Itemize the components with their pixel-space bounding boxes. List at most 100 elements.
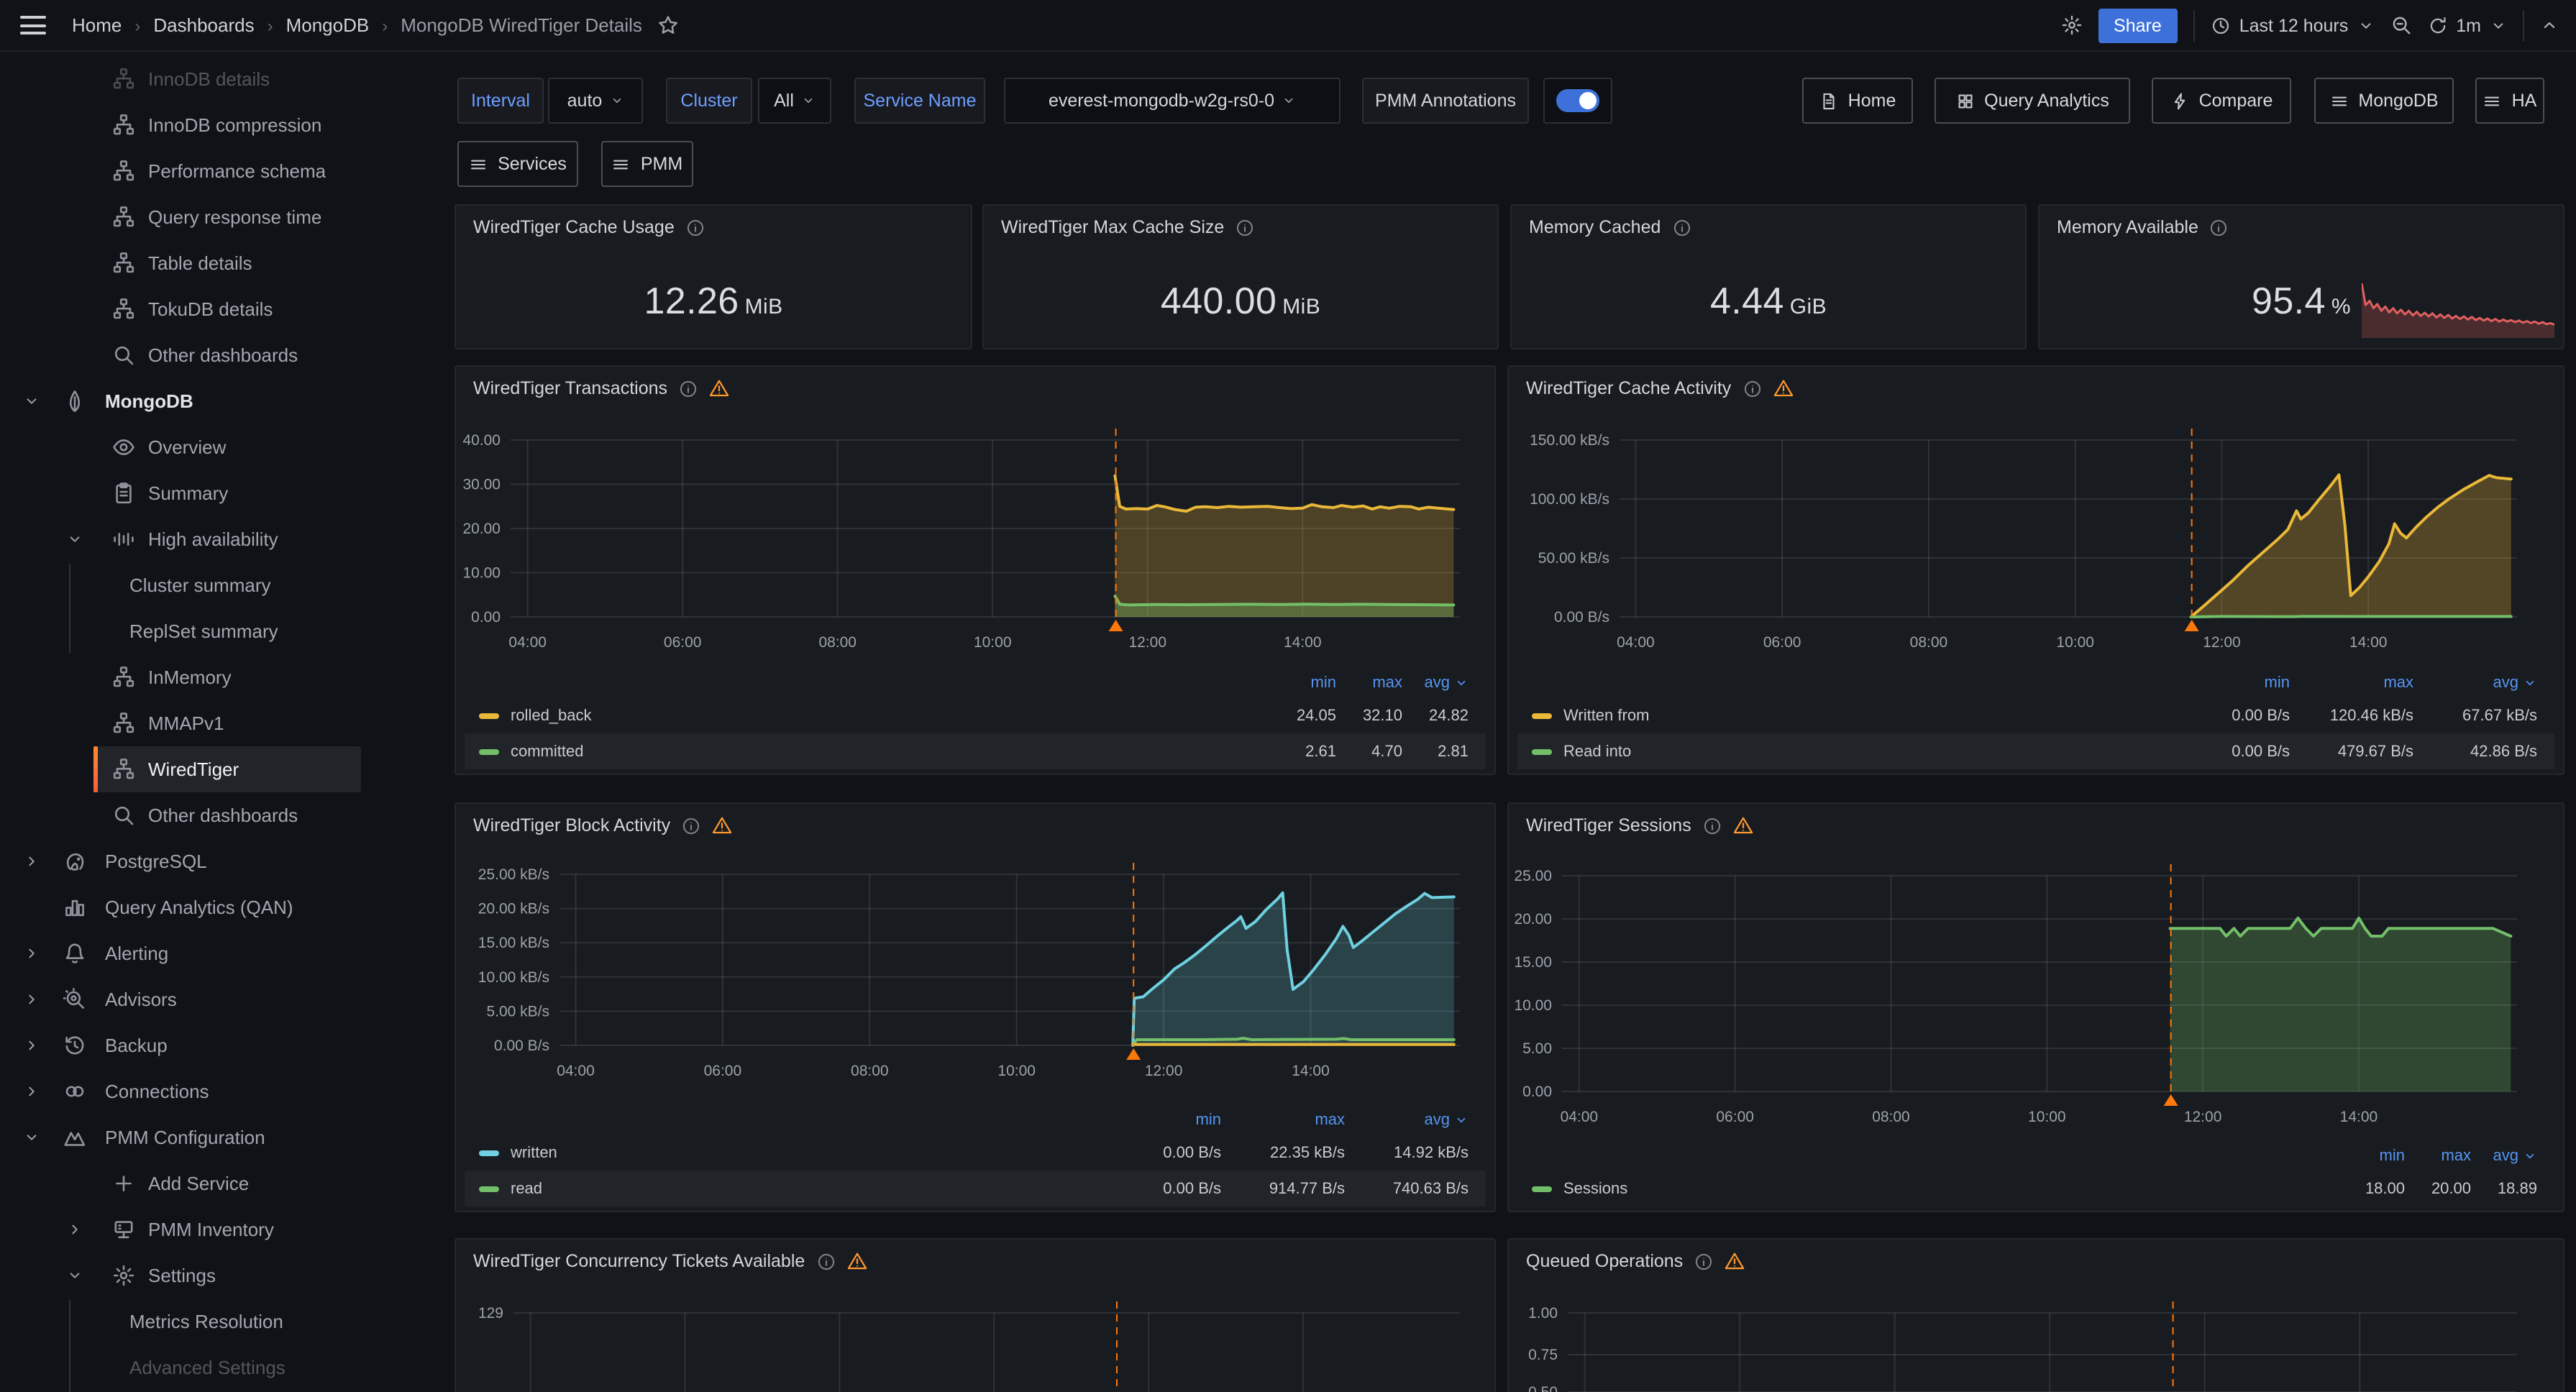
legend-row-written[interactable]: written0.00 B/s22.35 kB/s14.92 kB/s [465,1135,1486,1171]
warning-icon[interactable] [712,815,732,835]
sidebar-item-cluster-summary[interactable]: Cluster summary [0,562,434,608]
warning-icon[interactable] [709,378,729,398]
sidebar-item-postgresql[interactable]: PostgreSQL [0,838,434,884]
share-button[interactable]: Share [2098,8,2178,42]
panel-title[interactable]: Queued Operations [1526,1251,1745,1271]
sidebar-item-connections[interactable]: Connections [0,1068,434,1114]
legend-sort-avg[interactable]: avg [2413,674,2537,692]
panel-title[interactable]: WiredTiger Concurrency Tickets Available [473,1251,867,1271]
time-range-picker[interactable]: Last 12 hours [2211,15,2375,35]
legend-row-sessions[interactable]: Sessions18.0020.0018.89 [1517,1171,2554,1206]
panel-title[interactable]: WiredTiger Max Cache Size [1001,217,1254,237]
menu-toggle-icon[interactable] [20,16,46,35]
mongodb-shortcut-button[interactable]: MongoDB [2314,78,2454,124]
sidebar-item-wiredtiger[interactable]: WiredTiger [0,746,434,792]
compare-shortcut-button[interactable]: Compare [2152,78,2291,124]
info-icon[interactable] [816,1252,835,1270]
chevron-down-icon[interactable] [23,393,40,410]
legend-sort-avg[interactable]: avg [2471,1148,2537,1165]
sidebar-item-other-dashboards[interactable]: Other dashboards [0,792,434,838]
sidebar-item-replset-summary[interactable]: ReplSet summary [0,608,434,654]
query-analytics-shortcut-button[interactable]: Query Analytics [1935,78,2130,124]
legend-sort-min[interactable]: min [1097,1112,1221,1129]
legend-sort-max[interactable]: max [1221,1112,1345,1129]
legend-row-read-into[interactable]: Read into0.00 B/s479.67 B/s42.86 B/s [1517,733,2554,769]
chevron-right-icon[interactable] [23,853,40,870]
breadcrumb-item-home[interactable]: Home [72,14,122,36]
sidebar-item-pmm-configuration[interactable]: PMM Configuration [0,1114,434,1160]
info-icon[interactable] [1743,379,1761,398]
legend-sort-avg[interactable]: avg [1402,674,1469,692]
legend-sort-avg[interactable]: avg [1345,1112,1469,1129]
sidebar-item-tokudb-details[interactable]: TokuDB details [0,286,434,332]
cluster-filter-value[interactable]: All [758,78,831,124]
sidebar-item-mmapv1[interactable]: MMAPv1 [0,700,434,746]
panel-title[interactable]: WiredTiger Cache Usage [473,217,705,237]
warning-icon[interactable] [1733,815,1753,835]
pmm-annotations-toggle[interactable] [1543,78,1612,124]
sidebar-item-advisors[interactable]: Advisors [0,976,434,1022]
chevron-right-icon[interactable] [23,945,40,962]
sidebar-item-inmemory[interactable]: InMemory [0,654,434,700]
home-shortcut-button[interactable]: Home [1802,78,1913,124]
info-icon[interactable] [682,816,700,835]
legend-row-committed[interactable]: committed2.614.702.81 [465,733,1486,769]
sidebar-item-performance-schema[interactable]: Performance schema [0,148,434,194]
legend-row-rolled-back[interactable]: rolled_back24.0532.1024.82 [465,697,1486,733]
panel-title[interactable]: WiredTiger Transactions [473,378,729,398]
sidebar-item-mongodb[interactable]: MongoDB [0,378,434,424]
zoom-out-icon[interactable] [2390,14,2411,36]
legend-sort-max[interactable]: max [2290,674,2413,692]
chevron-right-icon[interactable] [23,1083,40,1100]
sidebar-item-summary[interactable]: Summary [0,470,434,516]
info-icon[interactable] [686,218,705,237]
legend-row-written-from[interactable]: Written from0.00 B/s120.46 kB/s67.67 kB/… [1517,697,2554,733]
breadcrumb-item-mongodb[interactable]: MongoDB [286,14,370,36]
pmm-shortcut-button[interactable]: PMM [601,141,693,187]
dashboard-settings-icon[interactable] [2060,14,2082,36]
info-icon[interactable] [1236,218,1254,237]
legend-sort-min[interactable]: min [2166,674,2290,692]
warning-icon[interactable] [846,1251,867,1271]
sidebar-item-query-response-time[interactable]: Query response time [0,194,434,240]
favorite-star-icon[interactable] [658,14,680,36]
legend-sort-max[interactable]: max [1336,674,1402,692]
panel-title[interactable]: WiredTiger Sessions [1526,815,1753,835]
legend-sort-min[interactable]: min [2339,1148,2405,1165]
warning-icon[interactable] [1725,1251,1745,1271]
sidebar-item-pmm-inventory[interactable]: PMM Inventory [0,1206,434,1253]
sidebar-item-table-details[interactable]: Table details [0,240,434,286]
chevron-right-icon[interactable] [23,991,40,1008]
panel-title[interactable]: WiredTiger Block Activity [473,815,732,835]
info-icon[interactable] [1703,816,1722,835]
sidebar-item-innodb-compression[interactable]: InnoDB compression [0,102,434,148]
sidebar-item-advanced-settings[interactable]: Advanced Settings [0,1345,434,1391]
sidebar-item-innodb-details[interactable]: InnoDB details [0,56,434,102]
chevron-right-icon[interactable] [66,1221,83,1238]
chevron-down-icon[interactable] [66,531,83,548]
legend-row-read[interactable]: read0.00 B/s914.77 B/s740.63 B/s [465,1171,1486,1206]
sidebar-item-high-availability[interactable]: High availability [0,516,434,562]
toggle-switch[interactable] [1556,89,1599,112]
sidebar-item-other-dashboards[interactable]: Other dashboards [0,332,434,378]
chevron-down-icon[interactable] [66,1267,83,1284]
ha-shortcut-button[interactable]: HA [2475,78,2544,124]
panel-title[interactable]: Memory Cached [1529,217,1691,237]
chevron-right-icon[interactable] [23,1037,40,1054]
refresh-picker[interactable]: 1m [2427,15,2507,35]
info-icon[interactable] [679,379,698,398]
legend-sort-min[interactable]: min [1270,674,1336,692]
sidebar-item-settings[interactable]: Settings [0,1253,434,1299]
sidebar-item-backup[interactable]: Backup [0,1022,434,1068]
sidebar-item-alerting[interactable]: Alerting [0,930,434,976]
collapse-caret-icon[interactable] [2540,16,2559,35]
warning-icon[interactable] [1773,378,1793,398]
panel-title[interactable]: Memory Available [2057,217,2229,237]
sidebar-item-query-analytics-qan[interactable]: Query Analytics (QAN) [0,884,434,930]
panel-title[interactable]: WiredTiger Cache Activity [1526,378,1793,398]
info-icon[interactable] [1672,218,1691,237]
services-shortcut-button[interactable]: Services [457,141,578,187]
interval-filter-value[interactable]: auto [548,78,643,124]
sidebar-item-overview[interactable]: Overview [0,424,434,470]
sidebar-item-metrics-resolution[interactable]: Metrics Resolution [0,1299,434,1345]
